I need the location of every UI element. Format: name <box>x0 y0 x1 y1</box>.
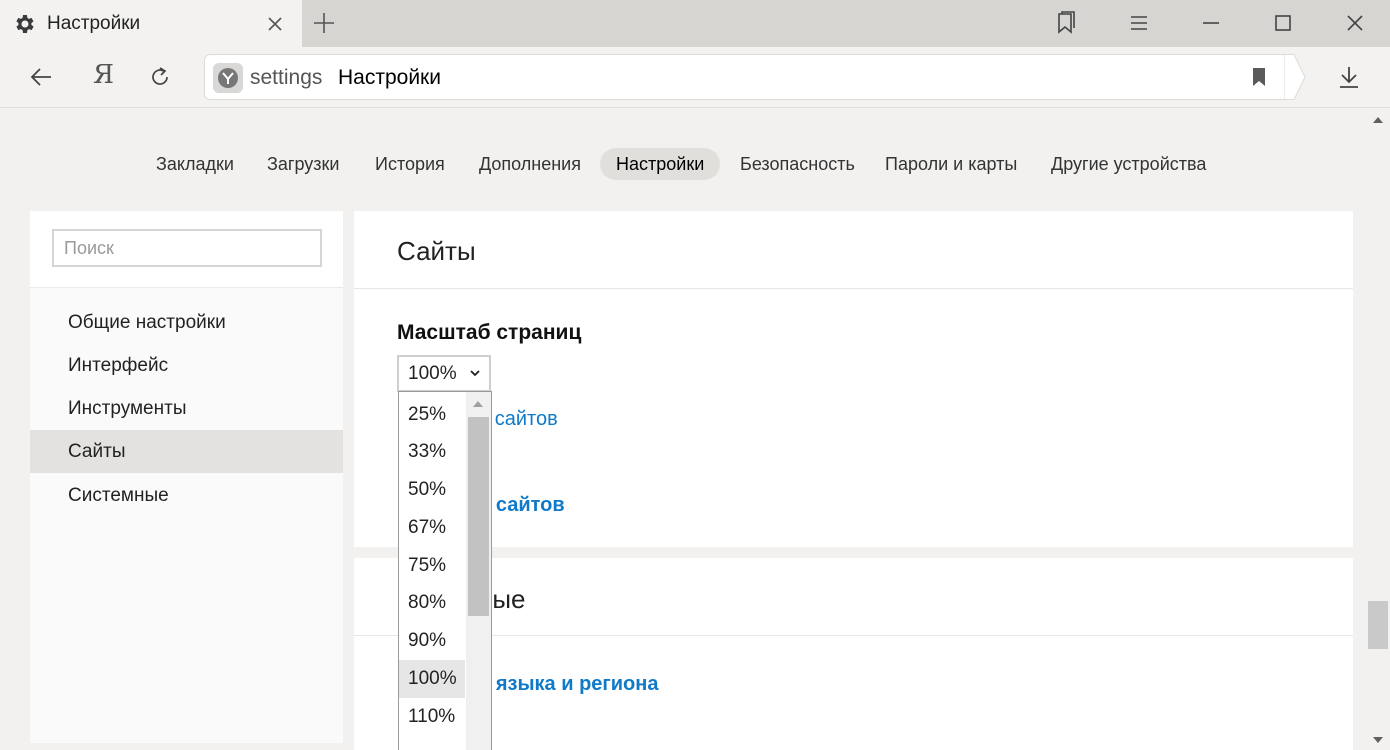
sites-card-header: Сайты <box>354 211 1353 289</box>
zoom-section-title: Масштаб страниц <box>397 321 582 344</box>
bookmark-icon[interactable] <box>1248 66 1270 88</box>
page-scrollbar[interactable] <box>1365 108 1390 750</box>
scroll-down-arrow-icon[interactable] <box>1372 736 1384 744</box>
tab-other-devices[interactable]: Другие устройства <box>1035 148 1222 180</box>
close-window-icon[interactable] <box>1342 10 1368 36</box>
sidebar-item-tools[interactable]: Инструменты <box>30 387 343 430</box>
zoom-option-90[interactable]: 90% <box>399 622 465 660</box>
zoom-select[interactable]: 100% <box>397 355 491 392</box>
zoom-option-75[interactable]: 75% <box>399 547 465 585</box>
browser-tab[interactable]: Настройки <box>0 0 302 47</box>
sidebar-item-interface[interactable]: Интерфейс <box>30 344 343 387</box>
tab-passwords[interactable]: Пароли и карты <box>869 148 1033 180</box>
page-scroll-thumb[interactable] <box>1368 601 1388 649</box>
chevron-down-icon <box>470 370 480 377</box>
address-bar-arrow <box>1284 54 1306 100</box>
sidebar-search-area <box>30 211 343 288</box>
address-toolbar: Я settings Настройки <box>0 47 1390 108</box>
maximize-icon[interactable] <box>1270 10 1296 36</box>
new-tab-icon[interactable] <box>311 10 337 36</box>
url-page-title: Настройки <box>338 66 441 89</box>
site-badge[interactable] <box>213 63 243 93</box>
zoom-option-67[interactable]: 67% <box>399 509 465 547</box>
yandex-logo[interactable]: Я <box>93 60 114 90</box>
system-card: ные и языка и региона <box>354 558 1353 750</box>
sidebar-item-general[interactable]: Общие настройки <box>30 301 343 344</box>
zoom-option-33[interactable]: 33% <box>399 433 465 471</box>
reload-icon[interactable] <box>146 63 174 91</box>
tab-extensions[interactable]: Дополнения <box>463 148 597 180</box>
dropdown-scrollbar[interactable] <box>466 392 491 750</box>
scroll-up-arrow-icon[interactable] <box>472 400 484 408</box>
sidebar-item-sites[interactable]: Сайты <box>30 430 343 473</box>
gear-icon <box>16 15 34 33</box>
collections-icon[interactable] <box>1053 10 1079 36</box>
tab-settings[interactable]: Настройки <box>600 148 721 180</box>
menu-icon[interactable] <box>1126 10 1152 36</box>
tab-history[interactable]: История <box>359 148 461 180</box>
zoom-option-100[interactable]: 100% <box>399 660 465 698</box>
close-tab-icon[interactable] <box>264 13 286 35</box>
search-input[interactable] <box>52 229 322 267</box>
zoom-select-value: 100% <box>408 363 457 384</box>
minimize-icon[interactable] <box>1198 10 1224 36</box>
settings-tabs: Закладки Загрузки История Дополнения Нас… <box>0 148 1365 180</box>
address-bar[interactable]: settings Настройки <box>204 54 1294 100</box>
tab-downloads[interactable]: Загрузки <box>251 148 355 180</box>
dropdown-scroll-thumb[interactable] <box>468 417 489 616</box>
yandex-browser-icon <box>218 68 238 88</box>
zoom-option-110[interactable]: 110% <box>399 698 465 736</box>
tab-title: Настройки <box>47 13 141 34</box>
back-arrow-icon[interactable] <box>27 63 55 91</box>
url-host: settings <box>250 66 323 89</box>
download-icon[interactable] <box>1335 63 1363 91</box>
sidebar-item-system[interactable]: Системные <box>30 474 343 517</box>
system-card-header: ные <box>354 558 1353 636</box>
settings-sidebar: Общие настройки Интерфейс Инструменты Са… <box>30 211 343 743</box>
page-title: Сайты <box>397 236 476 266</box>
zoom-option-50[interactable]: 50% <box>399 471 465 509</box>
language-region-link[interactable]: и языка и региона <box>478 673 658 696</box>
zoom-option-25[interactable]: 25% <box>399 396 465 434</box>
scroll-up-arrow-icon[interactable] <box>1372 116 1384 124</box>
zoom-dropdown-list[interactable]: 25% 33% 50% 67% 75% 80% 90% 100% 110% <box>398 391 492 750</box>
sites-card: Сайты Масштаб страниц 100% и сайтов и са… <box>354 211 1353 547</box>
tab-strip: Настройки <box>0 0 1390 47</box>
tab-bookmarks[interactable]: Закладки <box>140 148 250 180</box>
zoom-option-80[interactable]: 80% <box>399 584 465 622</box>
tab-security[interactable]: Безопасность <box>724 148 871 180</box>
